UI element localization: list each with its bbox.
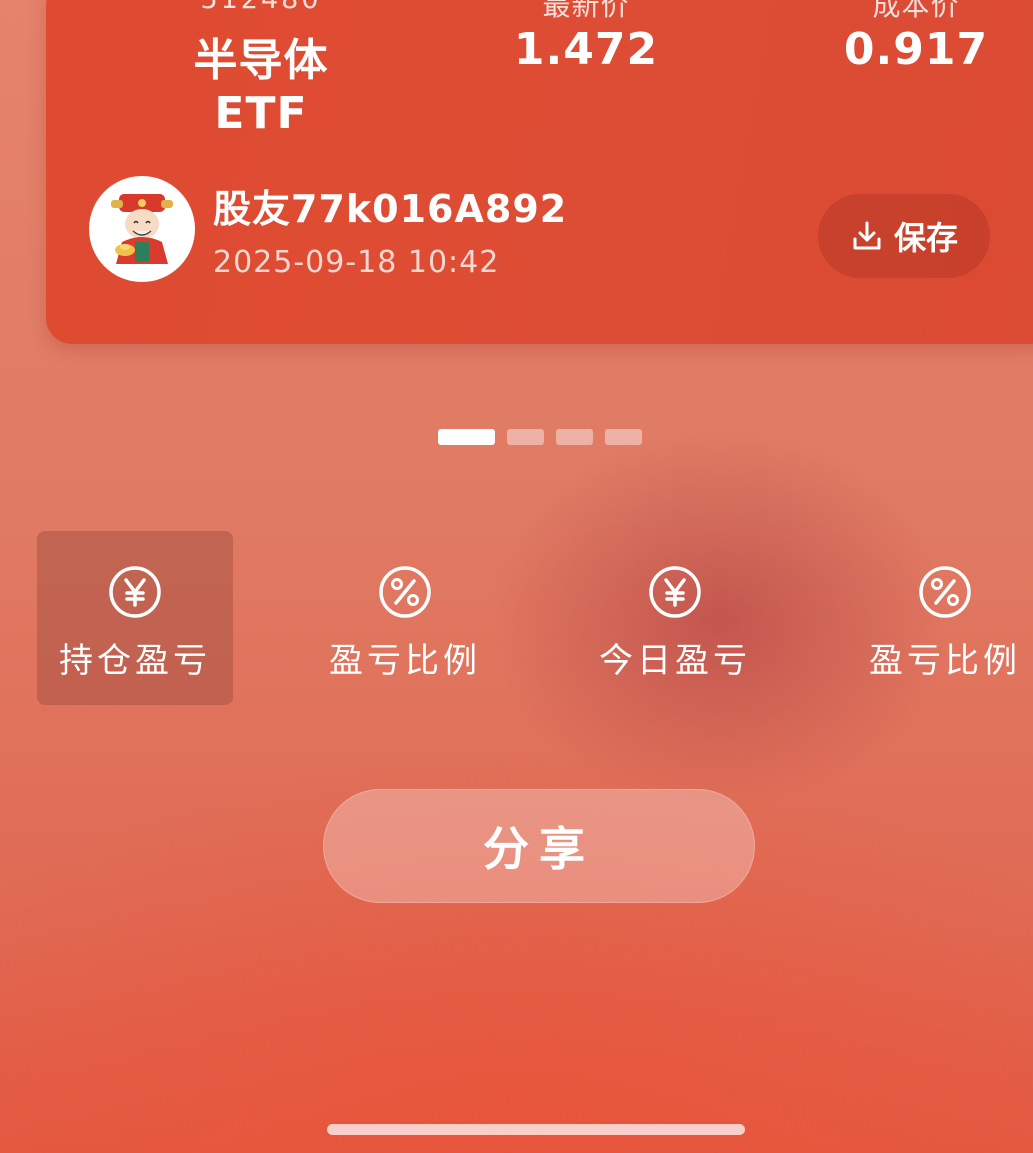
percent-icon — [919, 566, 971, 618]
avatar — [89, 176, 195, 282]
option-label: 盈亏比例 — [869, 641, 1021, 681]
cost-price-label: 成本价 — [872, 0, 960, 22]
share-card: 512480 半导体ETF 最新价 1.472 成本价 0.917 — [46, 0, 1033, 344]
yen-icon — [649, 566, 701, 618]
option-position-pnl[interactable]: 持仓盈亏 — [37, 531, 233, 705]
option-label: 今日盈亏 — [599, 641, 751, 681]
stock-name: 半导体ETF — [193, 35, 329, 139]
yen-icon — [109, 566, 161, 618]
timestamp: 2025-09-18 10:42 — [213, 245, 500, 280]
page-dot-1[interactable] — [438, 429, 495, 445]
page-dot-3[interactable] — [556, 429, 593, 445]
option-today-pnl[interactable]: 今日盈亏 — [577, 531, 773, 705]
page-dot-2[interactable] — [507, 429, 544, 445]
stock-code: 512480 — [151, 0, 371, 15]
save-label: 保存 — [893, 219, 958, 257]
option-pnl-ratio[interactable]: 盈亏比例 — [307, 531, 503, 705]
option-pnl-ratio-2[interactable]: 盈亏比例 — [847, 531, 1033, 705]
option-label: 持仓盈亏 — [59, 641, 211, 681]
user-name: 股友77k016A892 — [213, 187, 568, 231]
fortune-god-avatar-icon — [111, 194, 173, 264]
share-button[interactable]: 分享 — [323, 789, 755, 903]
percent-icon — [379, 566, 431, 618]
page-indicator — [438, 429, 642, 445]
latest-price-label: 最新价 — [542, 0, 630, 22]
page-dot-4[interactable] — [605, 429, 642, 445]
cost-price-value: 0.917 — [843, 24, 989, 75]
download-icon — [853, 221, 881, 250]
home-indicator[interactable] — [327, 1124, 745, 1135]
latest-price-value: 1.472 — [513, 24, 659, 75]
option-label: 盈亏比例 — [329, 641, 481, 681]
save-button[interactable]: 保存 — [818, 194, 990, 278]
